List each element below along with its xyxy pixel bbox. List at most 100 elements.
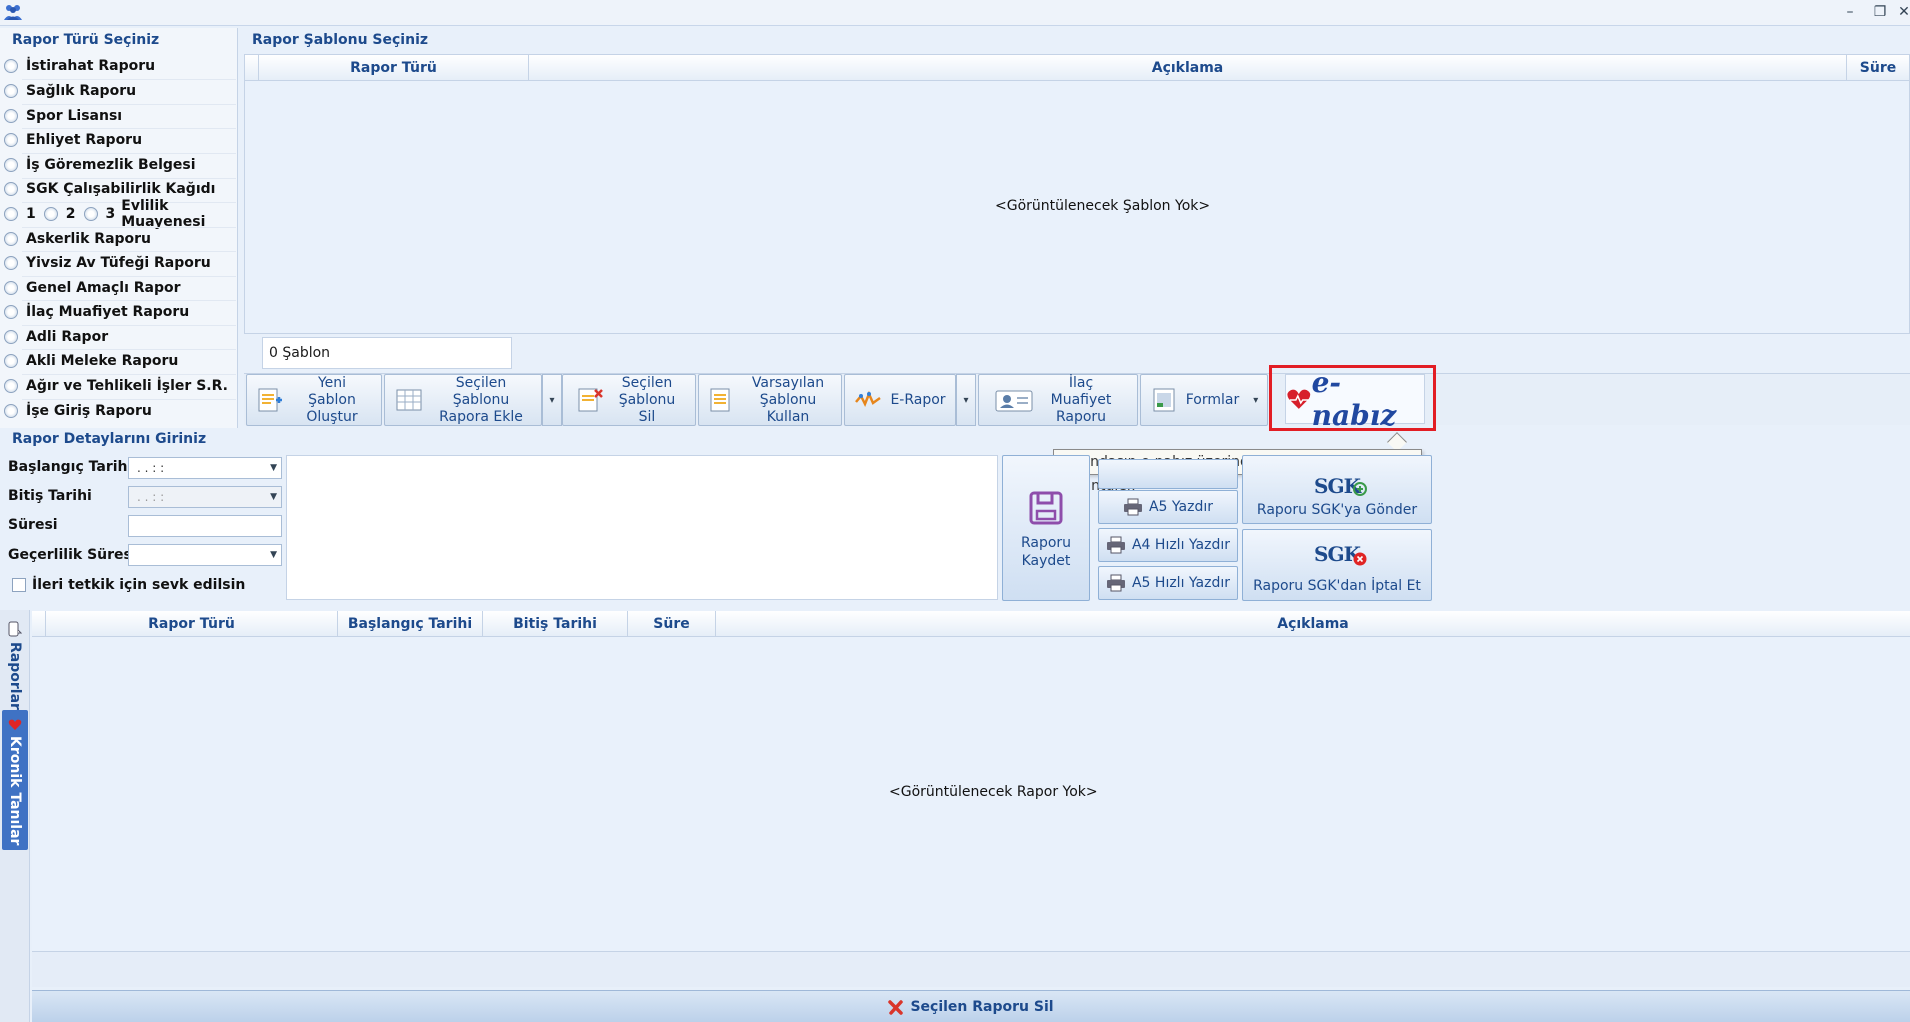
a4-quick-print-button[interactable]: A4 Hızlı Yazdır xyxy=(1098,528,1238,562)
forms-dropdown-arrow[interactable]: ▾ xyxy=(1253,392,1258,409)
radio-icon xyxy=(4,354,18,368)
report-type-ise-giris[interactable]: İşe Giriş Raporu xyxy=(4,399,152,423)
new-document-icon xyxy=(258,388,282,412)
end-date-label: Bitiş Tarihi xyxy=(8,488,92,504)
add-template-dropdown[interactable]: ▾ xyxy=(542,374,562,426)
tab-chronic-diagnoses[interactable]: Kronik Tanılar xyxy=(2,710,28,850)
chevron-down-icon[interactable]: ▼ xyxy=(270,545,277,565)
delete-report-label: Seçilen Raporu Sil xyxy=(910,998,1054,1015)
radio-icon xyxy=(4,109,18,123)
referral-checkbox[interactable] xyxy=(12,578,26,592)
column-header-rapor-turu[interactable]: Rapor Türü xyxy=(46,611,338,637)
report-type-label: Spor Lisansı xyxy=(26,108,123,124)
report-type-akli-meleke[interactable]: Akli Meleke Raporu xyxy=(4,349,178,373)
cancel-circle-icon xyxy=(1353,552,1367,566)
duration-input[interactable] xyxy=(128,515,282,537)
end-date-input[interactable]: . . : : ▼ xyxy=(128,486,282,508)
reports-grid[interactable]: Rapor Türü Başlangıç Tarihi Bitiş Tarihi… xyxy=(32,611,1910,951)
radio-icon xyxy=(4,404,18,418)
report-type-panel: Rapor Türü Seçiniz İstirahat Raporu Sağl… xyxy=(0,28,238,428)
forms-label: Formlar xyxy=(1185,391,1240,408)
plus-circle-icon xyxy=(1353,482,1367,496)
validity-label: Geçerlilik Süresi xyxy=(8,547,137,563)
start-date-input[interactable]: . . : : ▼ xyxy=(128,457,282,479)
marriage-label: Evlilik Muayenesi xyxy=(121,198,206,230)
report-type-ehliyet[interactable]: Ehliyet Raporu xyxy=(4,128,142,152)
validity-select[interactable]: ▼ xyxy=(128,544,282,566)
reports-grid-header: Rapor Türü Başlangıç Tarihi Bitiş Tarihi… xyxy=(32,611,1910,637)
e-rapor-dropdown[interactable]: ▾ xyxy=(956,374,976,426)
marriage-option-1: 1 xyxy=(26,206,36,222)
chevron-down-icon[interactable]: ▼ xyxy=(270,487,277,507)
pulse-chart-icon xyxy=(855,390,882,408)
report-type-ilac-muafiyet[interactable]: İlaç Muafiyet Raporu xyxy=(4,300,189,324)
report-type-istirahat[interactable]: İstirahat Raporu xyxy=(4,54,155,78)
delete-x-icon xyxy=(888,999,904,1015)
report-details-title: Rapor Detaylarını Giriniz xyxy=(12,431,207,447)
e-rapor-button[interactable]: E-Rapor xyxy=(844,374,956,426)
tab-reports[interactable]: Raporlar xyxy=(2,614,28,710)
radio-icon xyxy=(4,158,18,172)
a4-quick-print-label: A4 Hızlı Yazdır xyxy=(1131,537,1230,553)
report-type-label: Ağır ve Tehlikeli İşler S.R. xyxy=(26,378,228,394)
report-type-spor[interactable]: Spor Lisansı xyxy=(4,104,122,128)
referral-label: İleri tetkik için sevk edilsin xyxy=(32,577,246,593)
column-header-sure[interactable]: Süre xyxy=(628,611,716,637)
use-default-label: Varsayılan Şablonu Kullan xyxy=(751,374,825,425)
report-type-evlilik[interactable]: 1 2 3 Evlilik Muayenesi xyxy=(4,198,237,230)
report-type-saglik[interactable]: Sağlık Raporu xyxy=(4,79,136,103)
report-type-label: Adli Rapor xyxy=(26,329,109,345)
send-to-sgk-button[interactable]: SGK Raporu SGK'ya Gönder xyxy=(1242,455,1432,524)
radio-icon[interactable] xyxy=(43,207,58,221)
report-type-label: Akli Meleke Raporu xyxy=(26,353,179,369)
delete-report-button[interactable]: Seçilen Raporu Sil xyxy=(32,990,1910,1022)
radio-icon[interactable] xyxy=(83,207,98,221)
report-type-label: İşe Giriş Raporu xyxy=(26,403,152,419)
save-report-button[interactable]: Raporu Kaydet xyxy=(1002,455,1090,601)
report-type-adli[interactable]: Adli Rapor xyxy=(4,325,108,349)
a5-quick-print-button[interactable]: A5 Hızlı Yazdır xyxy=(1098,566,1238,600)
radio-icon xyxy=(4,330,18,344)
report-type-genel-amacli[interactable]: Genel Amaçlı Rapor xyxy=(4,276,181,300)
drug-exemption-report-button[interactable]: İlaç Muafiyet Raporu xyxy=(978,374,1138,426)
column-header-rapor-turu[interactable]: Rapor Türü xyxy=(259,55,529,81)
chevron-down-icon[interactable]: ▼ xyxy=(270,458,277,478)
heart-icon xyxy=(8,719,22,730)
report-type-label: Ehliyet Raporu xyxy=(26,132,143,148)
report-note-textarea[interactable] xyxy=(286,455,998,600)
a5-quick-print-label: A5 Hızlı Yazdır xyxy=(1131,575,1230,591)
e-rapor-label: E-Rapor xyxy=(890,391,946,408)
column-header-baslangic-tarihi[interactable]: Başlangıç Tarihi xyxy=(338,611,483,637)
print-button-hidden[interactable] xyxy=(1098,459,1238,489)
report-type-is-goremezlik[interactable]: İş Göremezlik Belgesi xyxy=(4,153,196,177)
close-button[interactable]: ✕ xyxy=(1894,2,1910,22)
column-header-sure[interactable]: Süre xyxy=(1847,55,1909,81)
column-header-aciklama[interactable]: Açıklama xyxy=(529,55,1847,81)
radio-icon xyxy=(4,133,18,147)
report-type-agir-tehlikeli[interactable]: Ağır ve Tehlikeli İşler S.R. xyxy=(4,374,228,398)
comment-icon xyxy=(8,621,22,637)
tab-chronic-label: Kronik Tanılar xyxy=(7,736,23,846)
column-header-aciklama[interactable]: Açıklama xyxy=(716,611,1910,637)
printer-icon xyxy=(1106,536,1125,554)
table-icon xyxy=(396,389,422,411)
new-template-button[interactable]: Yeni Şablon Oluştur xyxy=(246,374,382,426)
restore-button[interactable]: ❐ xyxy=(1870,2,1890,22)
column-header-bitis-tarihi[interactable]: Bitiş Tarihi xyxy=(483,611,628,637)
report-type-yivsiz-av[interactable]: Yivsiz Av Tüfeği Raporu xyxy=(4,251,211,275)
side-tabs: Raporlar Kronik Tanılar xyxy=(0,610,30,1022)
cancel-from-sgk-label: Raporu SGK'dan İptal Et xyxy=(1253,578,1421,594)
template-grid[interactable]: Rapor Türü Açıklama Süre <Görüntülenecek… xyxy=(244,54,1910,334)
delete-template-button[interactable]: Seçilen Şablonu Sil xyxy=(562,374,696,426)
a5-print-button[interactable]: A5 Yazdır xyxy=(1098,490,1238,524)
floppy-disk-icon xyxy=(1029,491,1063,525)
cancel-from-sgk-button[interactable]: SGK Raporu SGK'dan İptal Et xyxy=(1242,529,1432,601)
add-template-to-report-button[interactable]: Seçilen Şablonu Rapora Ekle xyxy=(384,374,542,426)
reports-footer xyxy=(32,951,1910,987)
use-default-template-button[interactable]: Varsayılan Şablonu Kullan xyxy=(698,374,842,426)
forms-button[interactable]: Formlar ▾ xyxy=(1140,374,1268,426)
report-type-askerlik[interactable]: Askerlik Raporu xyxy=(4,227,151,251)
radio-icon[interactable] xyxy=(4,207,18,221)
report-type-title: Rapor Türü Seçiniz xyxy=(12,32,160,48)
minimize-button[interactable]: – xyxy=(1840,2,1860,22)
